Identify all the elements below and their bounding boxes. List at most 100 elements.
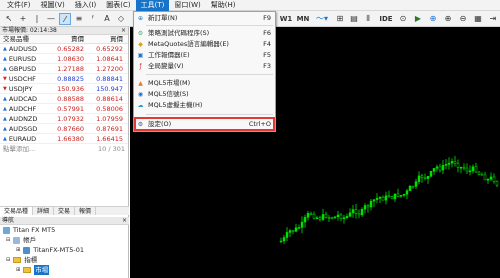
tab-ticks[interactable]: 報價 bbox=[75, 207, 97, 215]
horizontal-line-icon[interactable]: — bbox=[45, 13, 57, 25]
candle bbox=[285, 227, 289, 242]
templates-icon[interactable]: ▤ bbox=[348, 13, 360, 25]
ide-button[interactable]: IDE bbox=[379, 13, 393, 25]
market-watch-tabs: 交易品種 詳細 交易 報價 bbox=[0, 206, 129, 215]
nav-accounts[interactable]: ⊟ 帳戶 bbox=[0, 235, 129, 245]
candle bbox=[291, 230, 295, 235]
market-watch-row[interactable]: ▲ AUDUSD 0.65282 0.65292 bbox=[0, 44, 128, 54]
navigator-close-icon[interactable]: × bbox=[122, 217, 129, 224]
zoom-out-icon[interactable]: ⊖ bbox=[457, 13, 469, 25]
zoom-in-icon[interactable]: ⊕ bbox=[442, 13, 454, 25]
screenshot-icon[interactable]: ⊙ bbox=[397, 13, 409, 25]
menu-insert[interactable]: 插入(I) bbox=[70, 0, 102, 11]
menu-new-order[interactable]: ⊕ 新訂單(N) F9 bbox=[134, 13, 275, 24]
arrow-up-icon: ▲ bbox=[3, 105, 7, 112]
channel-icon[interactable]: ≡ bbox=[73, 13, 85, 25]
period-mn-button[interactable]: MN bbox=[296, 13, 310, 25]
candle bbox=[492, 173, 496, 184]
period-w1-button[interactable]: W1 bbox=[279, 13, 293, 25]
menu-charts[interactable]: 圖表(C) bbox=[101, 0, 135, 11]
expand-icon[interactable]: ⊞ bbox=[16, 245, 20, 255]
market-watch-row[interactable]: ▼ USDJPY 150.936 150.947 bbox=[0, 84, 128, 94]
menu-new-order-label: 新訂單(N) bbox=[148, 14, 178, 22]
indicators-icon[interactable]: ⊞ bbox=[334, 13, 346, 25]
menu-file[interactable]: 文件(F) bbox=[2, 0, 36, 11]
algo-trading-icon[interactable]: ▶ bbox=[412, 13, 424, 25]
grid-icon[interactable]: ▦ bbox=[472, 13, 484, 25]
menu-tools-label: 工具(T) bbox=[140, 0, 165, 9]
editor-icon: ◆ bbox=[138, 41, 143, 48]
market-watch-row[interactable]: ▲ EURUSD 1.08630 1.08641 bbox=[0, 54, 128, 64]
symbol-cell: ▲ AUDNZD bbox=[0, 114, 47, 123]
collapse-icon[interactable]: ⊟ bbox=[6, 255, 10, 265]
tab-symbols[interactable]: 交易品種 bbox=[0, 207, 34, 215]
crosshair-icon[interactable]: + bbox=[17, 13, 29, 25]
bid-cell: 0.57991 bbox=[57, 105, 84, 113]
candle bbox=[303, 214, 307, 228]
bar-chart-icon[interactable]: ⫴ bbox=[362, 13, 374, 25]
symbol-name: EURAUD bbox=[8, 134, 37, 143]
bid-cell: 0.65282 bbox=[57, 45, 84, 53]
shapes-icon[interactable]: ◇ bbox=[115, 13, 127, 25]
candle bbox=[309, 211, 313, 216]
nav-server[interactable]: ⊞ TitanFX-MT5-01 bbox=[0, 245, 129, 255]
collapse-icon[interactable]: ⊟ bbox=[6, 235, 10, 245]
candle bbox=[342, 215, 346, 224]
candle bbox=[360, 207, 364, 218]
tab-trading[interactable]: 交易 bbox=[54, 207, 76, 215]
menu-metaeditor-label: MetaQuotes語言編輯器(E) bbox=[148, 40, 229, 48]
menu-global-variables[interactable]: ƒ 全局變量(V) F3 bbox=[134, 61, 275, 72]
new-order-toolbar-icon[interactable]: ⊕ bbox=[427, 13, 439, 25]
nav-market[interactable]: ⊞ 市場 bbox=[0, 265, 129, 275]
menu-tools[interactable]: 工具(T) bbox=[135, 0, 170, 11]
menu-window[interactable]: 窗口(W) bbox=[169, 0, 205, 11]
menu-terminal[interactable]: ▣ 工作報價器(E) F5 bbox=[134, 50, 275, 61]
candle bbox=[417, 171, 421, 185]
add-symbol-row[interactable]: 點擊添加... 10 / 301 bbox=[0, 144, 128, 154]
trendline-icon[interactable]: ⁄ bbox=[59, 13, 71, 25]
fibonacci-icon[interactable]: ᶠ bbox=[87, 13, 99, 25]
market-watch-row[interactable]: ▲ EURAUD 1.66380 1.66415 bbox=[0, 134, 128, 144]
arrow-up-icon: ▲ bbox=[3, 45, 7, 52]
candle bbox=[441, 159, 445, 175]
close-icon[interactable]: × bbox=[121, 27, 128, 34]
cursor-icon[interactable]: ↖ bbox=[3, 13, 15, 25]
candle bbox=[477, 171, 481, 176]
market-watch-row[interactable]: ▼ USDCHF 0.88825 0.88841 bbox=[0, 74, 128, 84]
candle bbox=[459, 166, 463, 174]
nav-broker[interactable]: Titan FX MT5 bbox=[0, 225, 129, 235]
menu-help[interactable]: 幫助(H) bbox=[206, 0, 241, 11]
candle bbox=[408, 185, 412, 191]
market-watch-row[interactable]: ▲ AUDNZD 1.07932 1.07959 bbox=[0, 114, 128, 124]
candle bbox=[474, 162, 478, 173]
menu-bar: 文件(F) 視圖(V) 插入(I) 圖表(C) 工具(T) 窗口(W) 幫助(H… bbox=[0, 0, 500, 11]
autoscroll-icon[interactable]: ⇥ bbox=[487, 13, 499, 25]
col-ask[interactable]: 買價 bbox=[86, 35, 125, 43]
candle bbox=[414, 178, 418, 189]
menu-view[interactable]: 視圖(V) bbox=[36, 0, 70, 11]
col-bid[interactable]: 賣價 bbox=[47, 35, 86, 43]
candle bbox=[282, 234, 286, 245]
candle bbox=[288, 228, 292, 238]
col-symbol[interactable]: 交易品種 bbox=[0, 35, 47, 43]
chart-type-icon[interactable]: 〜▾ bbox=[314, 13, 330, 25]
menu-global-variables-label: 全局變量(V) bbox=[148, 62, 184, 70]
menu-terminal-shortcut: F5 bbox=[263, 51, 271, 59]
menu-strategy-tester[interactable]: ⚙ 策略測試代碼程序(S) F6 bbox=[134, 28, 275, 39]
market-watch-row[interactable]: ▲ AUDSGD 0.87660 0.87691 bbox=[0, 124, 128, 134]
tab-details[interactable]: 詳細 bbox=[33, 207, 55, 215]
vertical-line-icon[interactable]: | bbox=[31, 13, 43, 25]
nav-indicators[interactable]: ⊟ 指標 bbox=[0, 255, 129, 265]
menu-insert-label: 插入(I) bbox=[74, 0, 97, 9]
text-icon[interactable]: A bbox=[101, 13, 113, 25]
symbol-cell: ▲ EURUSD bbox=[0, 54, 47, 63]
market-watch-row[interactable]: ▲ AUDCHF 0.57991 0.58006 bbox=[0, 104, 128, 114]
expand-icon[interactable]: ⊞ bbox=[16, 265, 20, 275]
navigator-panel: 導航 × Titan FX MT5 ⊟ 帳戶 ⊞ TitanFX-MT5-01 … bbox=[0, 217, 129, 278]
market-watch-row[interactable]: ▲ GBPUSD 1.27188 1.27200 bbox=[0, 64, 128, 74]
menu-metaeditor[interactable]: ◆ MetaQuotes語言編輯器(E) F4 bbox=[134, 39, 275, 50]
menu-mql5-signals[interactable]: ◉ MQL5信號(S) bbox=[134, 89, 275, 100]
menu-mql5-vps[interactable]: ☁ MQL5虛擬主機(H) bbox=[134, 100, 275, 111]
menu-mql5-market[interactable]: ▲ MQL5市場(M) bbox=[134, 78, 275, 89]
market-watch-row[interactable]: ▲ AUDCAD 0.88588 0.88614 bbox=[0, 94, 128, 104]
